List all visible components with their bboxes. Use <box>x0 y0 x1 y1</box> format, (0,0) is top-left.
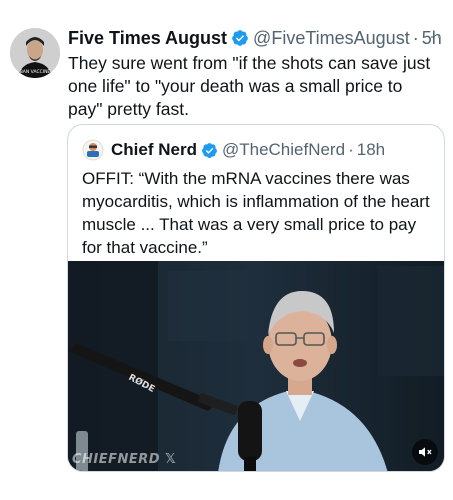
verified-badge-icon <box>232 30 248 46</box>
tweet: BAN VACCINE Five Times August @FiveTimes… <box>0 0 453 500</box>
quote-author-name[interactable]: Chief Nerd <box>111 140 197 160</box>
tweet-text: They sure went from "if the shots can sa… <box>68 53 431 119</box>
more-options-icon[interactable]: ··· <box>422 26 443 47</box>
x-logo-icon: 𝕏 <box>165 452 177 467</box>
quote-verified-badge-icon <box>202 142 217 158</box>
tweet-header: Five Times August @FiveTimesAugust · 5h <box>68 26 448 50</box>
author-avatar[interactable]: BAN VACCINE <box>10 28 60 78</box>
author-handle[interactable]: @FiveTimesAugust <box>253 28 410 49</box>
video-player[interactable]: RØDE CHIEFNERD 𝕏 <box>68 261 444 471</box>
quote-author-handle[interactable]: @TheChiefNerd <box>222 140 345 160</box>
quote-text: OFFIT: “With the mRNA vaccines there was… <box>82 169 430 257</box>
author-name[interactable]: Five Times August <box>68 28 227 49</box>
video-frame: RØDE <box>68 261 444 471</box>
video-watermark: CHIEFNERD 𝕏 <box>72 452 176 467</box>
avatar-shirt-text: BAN VACCINE <box>20 69 51 75</box>
quote-separator-dot: · <box>348 140 354 159</box>
watermark-text: CHIEFNERD <box>72 452 161 467</box>
quote-header: Chief Nerd @TheChiefNerd · 18h <box>82 139 385 161</box>
quote-timestamp[interactable]: 18h <box>357 140 385 160</box>
separator-dot: · <box>412 27 419 48</box>
volume-muted-icon[interactable] <box>412 439 438 465</box>
quoted-tweet[interactable]: Chief Nerd @TheChiefNerd · 18h OFFIT: “W… <box>67 124 445 472</box>
quote-author-avatar[interactable] <box>82 139 104 161</box>
